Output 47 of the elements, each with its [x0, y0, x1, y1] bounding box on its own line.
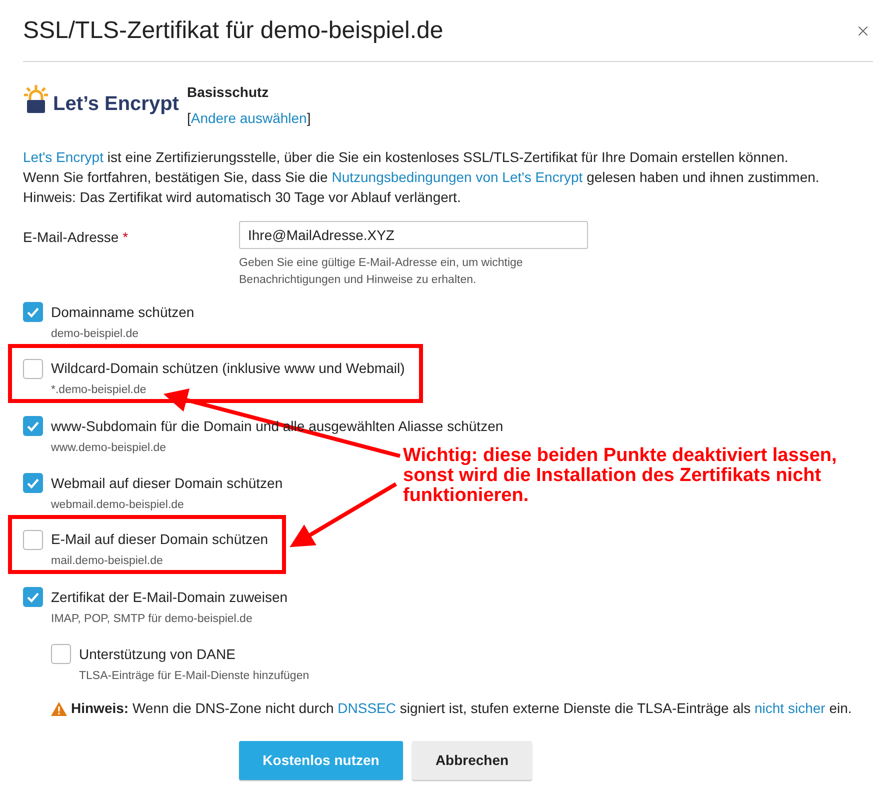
checkmark-icon — [26, 476, 40, 490]
link[interactable]: nicht sicher — [754, 700, 826, 716]
option-sublabel: www.demo-beispiel.de — [51, 441, 166, 456]
intro-text: Wenn Sie fortfahren, bestätigen Sie, dass Sie die Nutzungsbedingungen von Let's Encrypt gelesen haben und ihnen zustimmen. — [23, 168, 820, 187]
checkbox[interactable] — [23, 530, 43, 550]
plan-name: Basisschutz — [186, 83, 270, 102]
change-link[interactable]: Andere auswählen — [190, 108, 307, 129]
option-label: Unterstützung von DANE — [79, 644, 236, 664]
checkbox[interactable] — [23, 302, 43, 322]
checkbox[interactable] — [23, 358, 43, 378]
annotation-text: Wichtig: diese beiden Punkte deaktiviert lassen, sonst wird die Installation des Zertifikats nicht funktionieren. — [403, 446, 838, 506]
checkbox[interactable] — [51, 644, 71, 664]
dialog-button[interactable]: Abbrechen — [412, 741, 532, 780]
checkmark-icon — [26, 590, 40, 604]
link[interactable]: Nutzungsbedingungen von Let's Encrypt — [332, 169, 583, 185]
warning-icon — [51, 702, 67, 716]
option-sublabel: IMAP, POP, SMTP für demo-beispiel.de — [51, 612, 252, 627]
required-mark: * — [122, 229, 128, 245]
checkbox[interactable] — [23, 473, 43, 493]
option-label: Domainname schützen — [51, 302, 194, 322]
option-sublabel: demo-beispiel.de — [51, 327, 139, 342]
field-label: E-Mail-Adresse — [23, 229, 120, 245]
logo-text: Let’s Encrypt — [53, 94, 179, 114]
dialog-title: SSL/TLS-Zertifikat für demo-beispiel.de — [23, 16, 444, 46]
option-label: Wildcard-Domain schützen (inklusive www und Webmail) — [51, 359, 405, 378]
intro-text: Hinweis: Das Zertifikat wird automatisch 30 Tage vor Ablauf verlängert. — [23, 188, 461, 207]
bracket: [ — [186, 109, 191, 128]
checkbox[interactable] — [23, 587, 43, 607]
option-sublabel: *.demo-beispiel.de — [51, 383, 146, 398]
padlock-icon — [23, 84, 49, 114]
option-sublabel: mail.demo-beispiel.de — [51, 554, 163, 569]
option-sublabel: webmail.demo-beispiel.de — [51, 498, 184, 513]
dialog-button[interactable]: Kostenlos nutzen — [239, 741, 403, 780]
checkmark-icon — [26, 305, 40, 319]
link[interactable]: Let's Encrypt — [23, 149, 104, 165]
checkbox[interactable] — [23, 416, 43, 436]
checkmark-icon — [26, 419, 40, 433]
option-label: E-Mail auf dieser Domain schützen — [51, 530, 268, 549]
option-label: Zertifikat der E-Mail-Domain zuweisen — [51, 588, 288, 606]
intro-text: Let's Encrypt ist eine Zertifizierungsstelle, über die Sie ein kostenloses SSL/TLS-Zertifikat für Ihre Domain erstellen können. — [23, 148, 788, 167]
link[interactable]: DNSSEC — [338, 700, 396, 716]
bracket: ] — [306, 109, 311, 128]
option-label: Webmail auf dieser Domain schützen — [51, 474, 283, 492]
notice-text: Hinweis: Wenn die DNS-Zone nicht durch DNSSEC signiert ist, stufen externe Dienste die TLSA-Einträge als nicht sicher ein. — [51, 698, 873, 719]
email-field[interactable]: Ihre@MailAdresse.XYZ — [239, 221, 588, 249]
option-sublabel: TLSA-Einträge für E-Mail-Dienste hinzufügen — [79, 669, 310, 684]
field-hint: Geben Sie eine gültige E-Mail-Adresse ein, um wichtige Benachrichtigungen und Hinweise zu erhalten. — [239, 256, 524, 288]
